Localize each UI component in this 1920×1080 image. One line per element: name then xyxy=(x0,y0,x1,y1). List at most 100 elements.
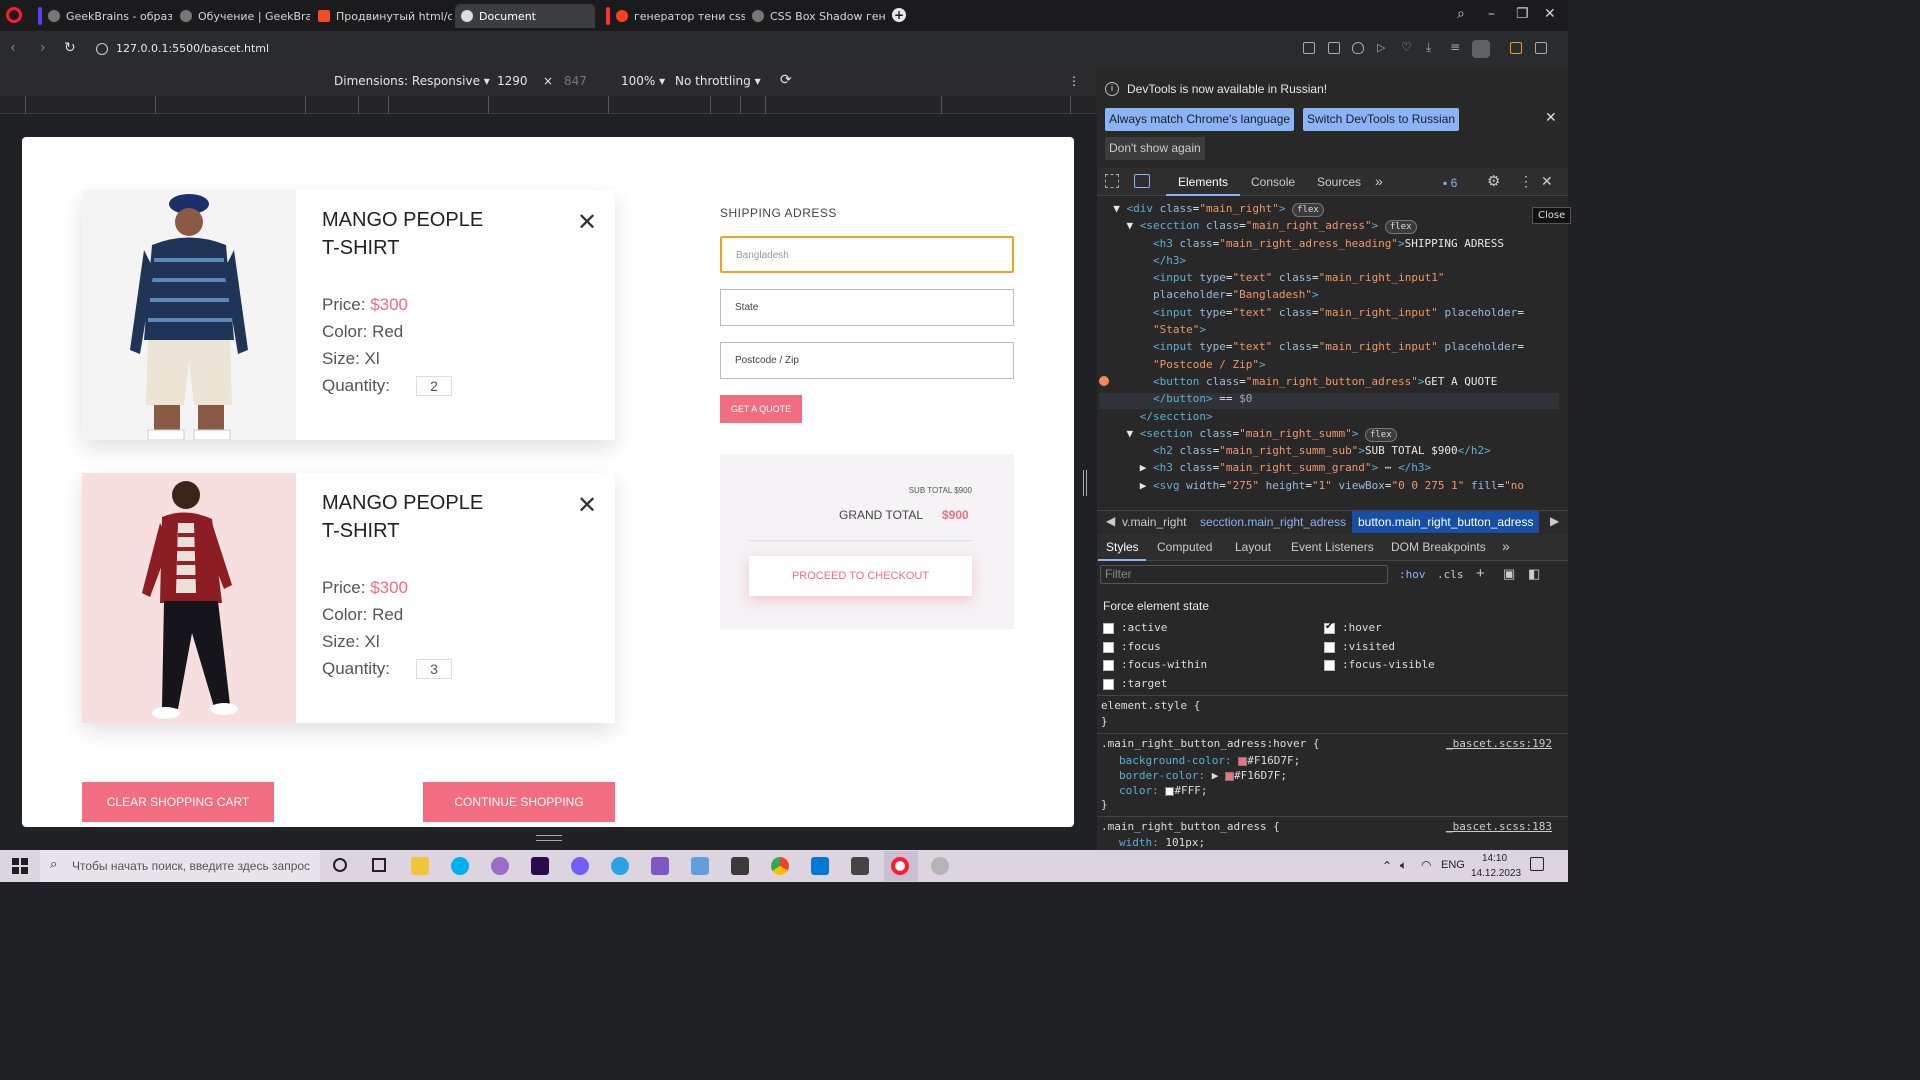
davinci-icon[interactable] xyxy=(491,857,509,875)
notifications-icon[interactable] xyxy=(1530,857,1544,871)
clear-cart-button[interactable]: CLEAR SHOPPING CART xyxy=(82,782,274,822)
chrome-icon[interactable] xyxy=(771,857,789,875)
state-input[interactable]: State xyxy=(720,289,1014,326)
source-link[interactable]: _bascet.scss:183 xyxy=(1446,820,1552,833)
play-icon[interactable]: ▷ xyxy=(1377,41,1389,54)
close-devtools-icon[interactable]: ✕ xyxy=(1541,173,1553,190)
language-indicator[interactable]: ENG xyxy=(1441,859,1465,871)
opera-icon[interactable] xyxy=(891,857,909,875)
tab-styles[interactable]: Styles xyxy=(1106,540,1139,554)
heart-icon[interactable]: ♡ xyxy=(1401,40,1413,54)
inspect-icon[interactable] xyxy=(1105,174,1119,188)
telegram-icon[interactable] xyxy=(611,857,629,875)
camera-icon[interactable] xyxy=(1328,42,1340,54)
app-icon[interactable] xyxy=(931,857,949,875)
quantity-input[interactable]: 3 xyxy=(416,659,452,679)
forward-button[interactable]: › xyxy=(40,40,46,56)
back-button[interactable]: ‹ xyxy=(10,40,16,56)
tab-sources[interactable]: Sources xyxy=(1317,175,1361,189)
get-quote-button[interactable]: GET A QUOTE xyxy=(720,395,802,423)
start-icon[interactable] xyxy=(12,858,28,874)
state-focus-within-checkbox[interactable] xyxy=(1103,660,1114,671)
rotate-icon[interactable]: ⟳ xyxy=(780,72,792,88)
color-swatch[interactable] xyxy=(1224,771,1234,781)
tab-box-shadow[interactable]: CSS Box Shadow генерато xyxy=(746,4,886,28)
dimensions-select[interactable]: Dimensions: Responsive ▾ xyxy=(334,74,490,88)
resize-handle-icon[interactable] xyxy=(536,835,562,841)
tab-elements[interactable]: Elements xyxy=(1178,175,1228,189)
checkout-button[interactable]: PROCEED TO CHECKOUT xyxy=(749,556,972,596)
cortana-icon[interactable] xyxy=(333,858,347,872)
tray-chevron-icon[interactable]: ⌃ xyxy=(1382,859,1392,873)
tab-console[interactable]: Console xyxy=(1251,175,1295,189)
sidebar-toggle-icon[interactable]: ◧ xyxy=(1528,566,1540,582)
skype-icon[interactable] xyxy=(451,857,469,875)
breadcrumb-right-icon[interactable]: ▶ xyxy=(1550,514,1559,528)
extension-icon[interactable] xyxy=(1510,42,1522,54)
hov-toggle[interactable]: :hov xyxy=(1399,568,1426,581)
premiere-icon[interactable] xyxy=(531,857,549,875)
more-style-tabs-icon[interactable]: » xyxy=(1502,538,1510,554)
opera-logo-icon[interactable] xyxy=(6,7,22,23)
breadcrumb-left-icon[interactable]: ◀ xyxy=(1106,514,1115,528)
continue-shopping-button[interactable]: CONTINUE SHOPPING xyxy=(423,782,615,822)
network-icon[interactable]: ◠ xyxy=(1421,858,1431,872)
volume-icon[interactable]: 🔈︎ xyxy=(1400,858,1407,873)
visual-studio-icon[interactable] xyxy=(651,857,669,875)
new-tab-button[interactable]: + xyxy=(892,8,906,22)
color-swatch[interactable] xyxy=(1238,756,1248,766)
throttle-select[interactable]: No throttling ▾ xyxy=(675,74,761,88)
tab-figma[interactable]: Продвинутый html/css (С xyxy=(312,4,452,28)
state-focus-checkbox[interactable] xyxy=(1103,642,1114,653)
state-active-checkbox[interactable] xyxy=(1103,623,1114,634)
state-focus-visible-checkbox[interactable] xyxy=(1324,660,1335,671)
close-window-button[interactable]: ✕ xyxy=(1544,6,1556,22)
quantity-input[interactable]: 2 xyxy=(416,376,452,396)
more-tabs-icon[interactable]: » xyxy=(1375,173,1383,189)
cls-toggle[interactable]: .cls xyxy=(1437,568,1464,581)
tab-event-listeners[interactable]: Event Listeners xyxy=(1291,540,1374,554)
calculator-icon[interactable] xyxy=(731,857,749,875)
url-field[interactable]: 127.0.0.1:5500/bascet.html xyxy=(96,42,269,55)
media-icon[interactable] xyxy=(851,857,869,875)
tab-geekbrains-learning[interactable]: Обучение | GeekBrains - · xyxy=(174,4,310,28)
search-tabs-icon[interactable]: ⌕ xyxy=(1457,6,1465,22)
close-notice-icon[interactable]: ✕ xyxy=(1545,110,1557,126)
tab-document[interactable]: Document xyxy=(455,4,595,28)
tab-dom-breakpoints[interactable]: DOM Breakpoints xyxy=(1391,540,1486,554)
settings-icon[interactable]: ⚙ xyxy=(1487,172,1500,190)
edit-icon[interactable] xyxy=(1303,42,1315,54)
tab-computed[interactable]: Computed xyxy=(1157,540,1212,554)
explorer-icon[interactable] xyxy=(411,857,429,875)
app-icon[interactable] xyxy=(691,857,709,875)
width-input[interactable]: 1290 xyxy=(497,74,528,88)
shield-icon[interactable] xyxy=(1352,42,1364,54)
zoom-select[interactable]: 100% ▾ xyxy=(621,74,665,88)
site-info-icon[interactable] xyxy=(96,42,108,55)
more-options-icon[interactable]: ⋮ xyxy=(1068,74,1080,88)
devtools-menu-icon[interactable]: ⋮ xyxy=(1519,173,1533,190)
height-input[interactable]: 847 xyxy=(564,74,587,88)
reload-button[interactable]: ↻ xyxy=(64,40,76,56)
tab-geekbrains[interactable]: GeekBrains - образовате xyxy=(32,4,172,28)
new-rule-icon[interactable]: + xyxy=(1476,565,1485,582)
tab-yandex[interactable]: генератор тени css — Ян xyxy=(600,4,745,28)
state-visited-checkbox[interactable] xyxy=(1324,642,1335,653)
remove-item-button[interactable]: ✕ xyxy=(577,491,597,520)
viber-icon[interactable] xyxy=(571,857,589,875)
switch-language-button[interactable]: Switch DevTools to Russian xyxy=(1303,108,1460,131)
remove-item-button[interactable]: ✕ xyxy=(577,208,597,237)
state-target-checkbox[interactable] xyxy=(1103,679,1114,690)
menu-icon[interactable]: ≡ xyxy=(1450,40,1462,54)
restore-button[interactable]: ❐ xyxy=(1516,6,1529,22)
match-language-button[interactable]: Always match Chrome's language xyxy=(1105,108,1295,131)
clock-date[interactable]: 14.12.2023 xyxy=(1471,868,1521,879)
styles-filter-input[interactable]: Filter xyxy=(1100,565,1388,584)
breadcrumb-item-active[interactable]: button.main_right_button_adress xyxy=(1352,511,1540,533)
clock-time[interactable]: 14:10 xyxy=(1482,853,1507,864)
breadcrumb-item[interactable]: secction.main_right_adress xyxy=(1200,515,1346,529)
zip-input[interactable]: Postcode / Zip xyxy=(720,342,1014,379)
source-link[interactable]: _bascet.scss:192 xyxy=(1446,737,1552,750)
dont-show-again-button[interactable]: Don't show again xyxy=(1105,137,1205,160)
paint-icon[interactable]: ▣ xyxy=(1503,566,1515,582)
